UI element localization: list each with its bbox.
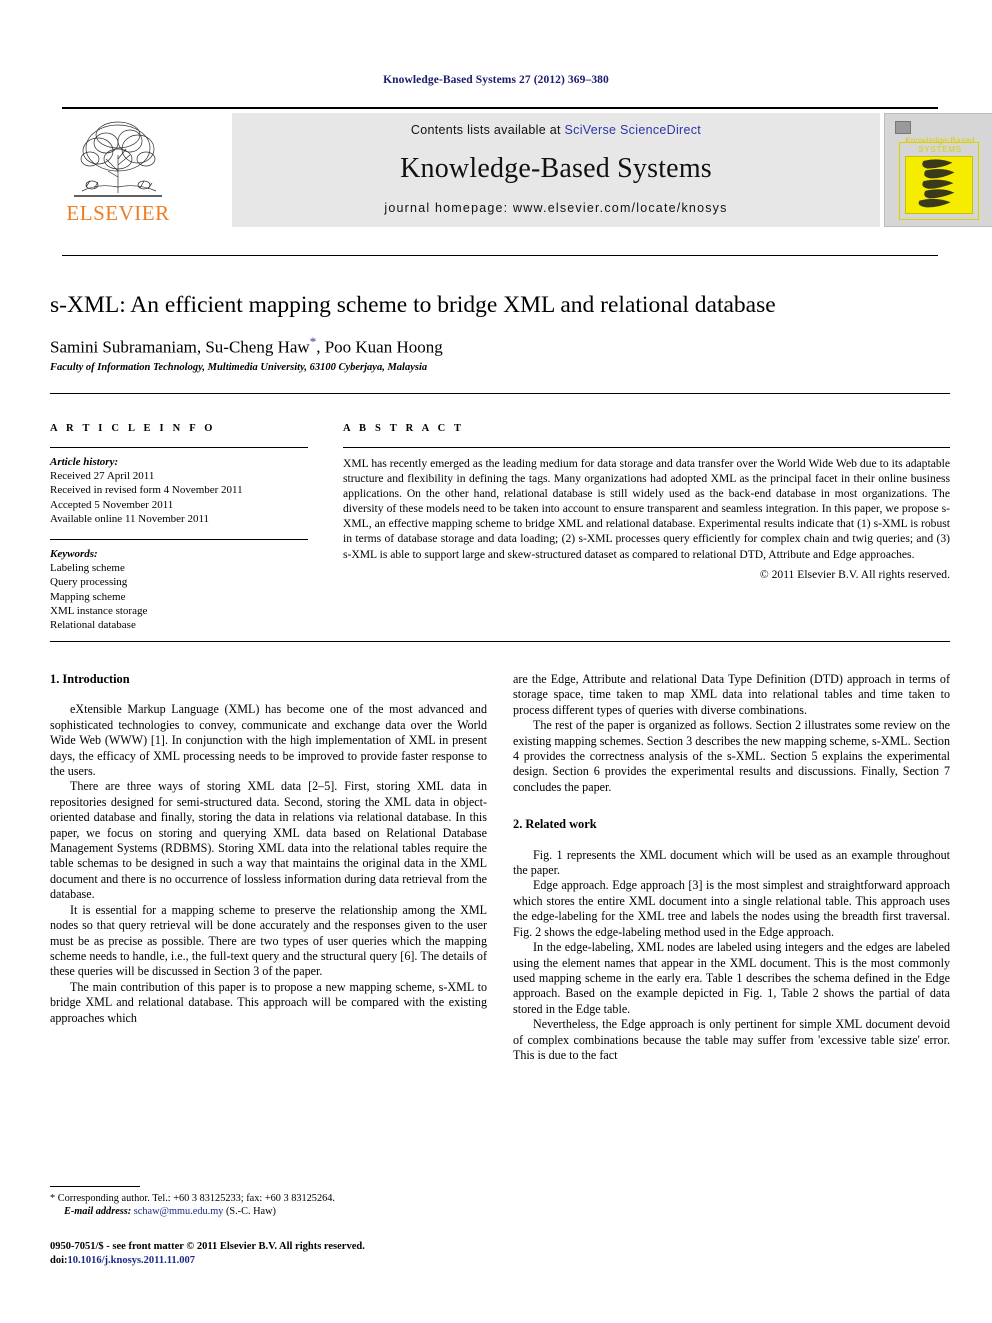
cover-elsevier-box-icon [895,121,911,134]
article-info-column: Article history: Received 27 April 2011 … [50,447,308,632]
article-info-rule-2 [50,539,308,541]
abstract-text: XML has recently emerged as the leading … [343,457,950,561]
abstract-heading: A B S T R A C T [343,423,465,434]
journal-cover-thumbnail: Knowledge-Based SYSTEMS [884,113,992,227]
paragraph: Edge approach. Edge approach [3] is the … [513,878,950,939]
email-owner: (S.-C. Haw) [225,1206,276,1218]
elsevier-tree-icon [74,121,162,197]
history-item: Received in revised form 4 November 2011 [50,484,243,497]
doi-link[interactable]: 10.1016/j.knosys.2011.11.007 [68,1255,195,1266]
cover-helix-icon [918,159,955,208]
keyword-item: Labeling scheme [50,562,125,575]
journal-masthead: ELSEVIER Contents lists available at Sci… [62,107,992,229]
corresponding-author-note: * Corresponding author. Tel.: +60 3 8312… [50,1193,335,1204]
journal-cover-inner: Knowledge-Based SYSTEMS [893,120,987,220]
keywords-label: Keywords: [50,548,98,561]
elsevier-logo: ELSEVIER [64,113,172,227]
email-note: E-mail address: schaw@mmu.edu.my (S.-C. … [50,1205,487,1218]
affiliation: Faculty of Information Technology, Multi… [50,362,428,373]
paragraph: The main contribution of this paper is t… [50,979,487,1025]
body-column-right: are the Edge, Attribute and relational D… [513,672,950,1063]
contents-available-line: Contents lists available at SciVerse Sci… [232,123,880,137]
paragraph: Fig. 1 represents the XML document which… [513,847,950,878]
issn-copyright-line: 0950-7051/$ - see front matter © 2011 El… [50,1241,365,1252]
paragraph: It is essential for a mapping scheme to … [50,902,487,979]
abstract-rule [343,447,950,448]
body-column-left: 1. Introduction eXtensible Markup Langua… [50,672,487,1026]
body-separator-rule [50,641,950,642]
page-title: s-XML: An efficient mapping scheme to br… [50,292,776,318]
journal-homepage[interactable]: journal homepage: www.elsevier.com/locat… [232,201,880,215]
keywords-block: Keywords: Labeling scheme Query processi… [50,547,308,632]
keyword-item: Query processing [50,576,128,589]
paragraph: In the edge-labeling, XML nodes are labe… [513,940,950,1016]
masthead-panel: Contents lists available at SciVerse Sci… [232,113,880,227]
section-heading-introduction: 1. Introduction [50,672,130,686]
history-item: Accepted 5 November 2011 [50,498,174,511]
paragraph: Nevertheless, the Edge approach is only … [513,1017,950,1062]
paragraph: The rest of the paper is organized as fo… [513,718,950,794]
author-names-rest: , Poo Kuan Hoong [316,337,443,357]
abstract-copyright: © 2011 Elsevier B.V. All rights reserved… [759,567,950,581]
paragraph: There are three ways of storing XML data… [50,779,487,902]
imprint-block: 0950-7051/$ - see front matter © 2011 El… [50,1240,550,1267]
footnote-rule [50,1186,140,1187]
email-label: E-mail address: [64,1206,132,1218]
info-top-rule [50,393,950,394]
cover-artwork [905,156,973,214]
abstract-column: XML has recently emerged as the leading … [343,447,950,581]
history-item: Received 27 April 2011 [50,470,155,483]
keyword-item: XML instance storage [50,604,148,617]
keyword-item: Relational database [50,619,136,632]
elsevier-wordmark: ELSEVIER [66,201,170,225]
doi-line: doi:10.1016/j.knosys.2011.11.007 [50,1254,550,1268]
article-info-rule-1 [50,447,308,448]
sciencedirect-link[interactable]: SciVerse ScienceDirect [565,123,702,137]
article-history-label: Article history: [50,456,119,468]
article-history-block: Article history: Received 27 April 2011 … [50,455,308,526]
contents-prefix: Contents lists available at [410,123,565,137]
paragraph: are the Edge, Attribute and relational D… [513,672,950,717]
section-heading-related-work: 2. Related work [513,817,597,832]
author-names: Samini Subramaniam, Su-Cheng Haw [50,337,310,357]
footnote-block: * Corresponding author. Tel.: +60 3 8312… [50,1192,487,1218]
author-list: Samini Subramaniam, Su-Cheng Haw*, Poo K… [50,334,950,358]
paragraph: eXtensible Markup Language (XML) has bec… [50,702,487,779]
email-link[interactable]: schaw@mmu.edu.my [134,1206,224,1217]
article-info-heading: A R T I C L E I N F O [50,423,216,434]
doi-label: doi: [50,1254,68,1266]
title-separator-rule [62,255,938,256]
masthead-top-rule [62,107,938,109]
history-item: Available online 11 November 2011 [50,512,210,525]
keyword-item: Mapping scheme [50,590,126,603]
running-head: Knowledge-Based Systems 27 (2012) 369–38… [383,74,609,86]
paper-page: Knowledge-Based Systems 27 (2012) 369–38… [0,0,992,1323]
journal-title: Knowledge-Based Systems [400,153,712,184]
